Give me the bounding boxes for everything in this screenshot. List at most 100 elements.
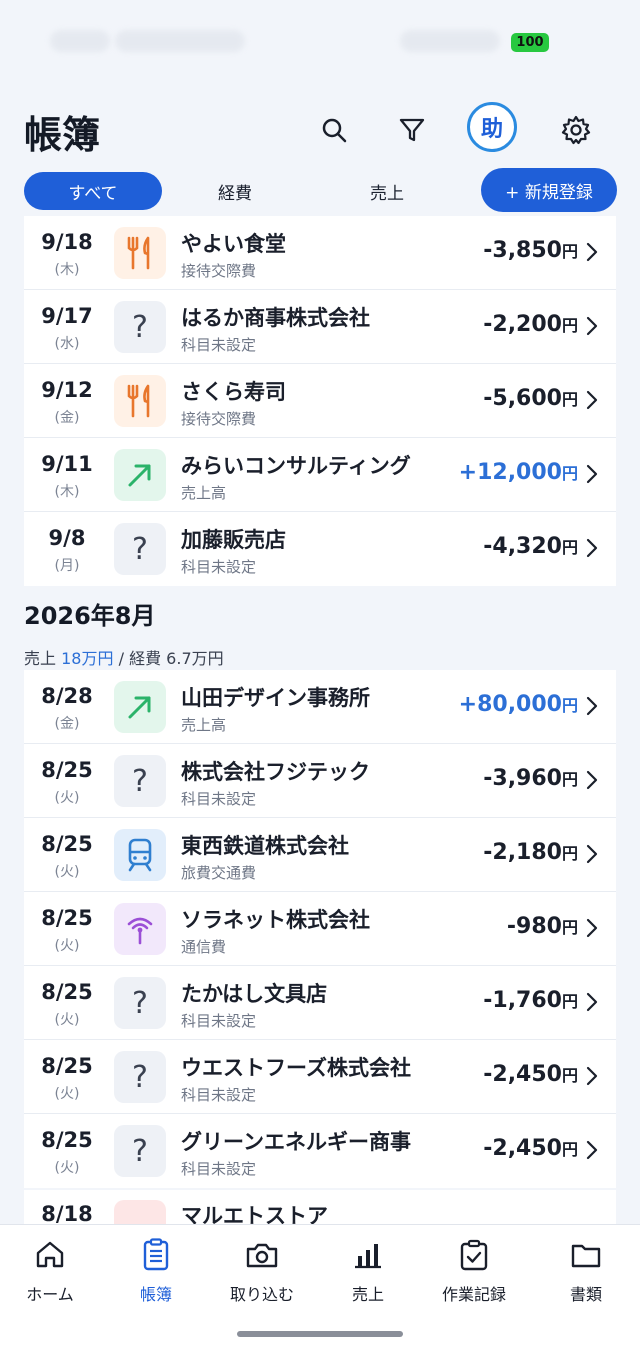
entry-amount-value: -4,320 (483, 534, 562, 559)
entry-amount: -3,960円 (483, 766, 578, 791)
list-item[interactable]: 9/8 (月)? 加藤販売店 科目未設定 -4,320円 (24, 512, 616, 586)
status-bar: 100 (0, 0, 640, 82)
entry-amount-value: -2,450 (483, 1136, 562, 1161)
entry-amount: +80,000円 (459, 692, 578, 717)
status-time-blur (50, 30, 110, 52)
list-item[interactable]: 8/25 (火)? ウエストフーズ株式会社 科目未設定 -2,450円 (24, 1040, 616, 1114)
nav-import[interactable]: 取り込む (209, 1237, 315, 1305)
unknown-icon: ? (114, 1125, 166, 1177)
nav-documents-label: 書類 (569, 1285, 602, 1304)
nav-home-label: ホーム (26, 1285, 74, 1304)
entry-weekday: (火) (54, 1086, 80, 1102)
chevron-right-icon (586, 992, 598, 1016)
entry-category: 科目未設定 (181, 558, 257, 576)
nav-ledger-label: 帳簿 (139, 1285, 172, 1304)
unknown-icon: ? (114, 755, 166, 807)
ledger-icon (103, 1237, 209, 1273)
nav-import-label: 取り込む (229, 1285, 294, 1304)
entry-name: やよい食堂 (181, 232, 286, 256)
chevron-right-icon (586, 1066, 598, 1090)
entry-amount-value: -2,180 (483, 840, 562, 865)
entry-amount-unit: 円 (561, 1066, 578, 1085)
folder-icon (533, 1237, 639, 1273)
nav-ledger[interactable]: 帳簿 (103, 1237, 209, 1305)
list-item[interactable]: 8/25 (火)? たかはし文具店 科目未設定 -1,760円 (24, 966, 616, 1040)
nav-home[interactable]: ホーム (0, 1237, 103, 1305)
search-icon[interactable] (314, 110, 354, 150)
entry-name: たかはし文具店 (181, 982, 328, 1006)
entry-weekday: (木) (54, 262, 80, 278)
entry-amount-value: -5,600 (483, 386, 562, 411)
list-item[interactable]: 9/11 (木) みらいコンサルティング 売上高 +12,000円 (24, 438, 616, 512)
entry-amount: -1,760円 (483, 988, 578, 1013)
list-item[interactable]: 8/25 (火) 東西鉄道株式会社 旅費交通費 -2,180円 (24, 818, 616, 892)
summary-sales-value: 18万円 (61, 649, 114, 668)
entry-amount-unit: 円 (561, 844, 578, 863)
bar-chart-icon (315, 1237, 421, 1273)
month-header: 2026年8月 売上 18万円 / 経費 6.7万円 (24, 596, 224, 669)
entry-amount: -2,450円 (483, 1136, 578, 1161)
home-indicator[interactable] (237, 1331, 403, 1337)
entry-date: 8/25 (41, 1054, 93, 1078)
new-entry-button[interactable]: + 新規登録 (481, 168, 617, 212)
summary-expense-value: 6.7万円 (166, 649, 224, 668)
home-icon (0, 1237, 103, 1273)
entry-amount-unit: 円 (561, 242, 578, 261)
entry-name: さくら寿司 (181, 380, 286, 404)
chevron-right-icon (586, 844, 598, 868)
nav-documents[interactable]: 書類 (533, 1237, 639, 1305)
nav-sales-label: 売上 (351, 1285, 384, 1304)
list-item[interactable]: 9/17 (水)? はるか商事株式会社 科目未設定 -2,200円 (24, 290, 616, 364)
list-item[interactable]: 9/18 (木) やよい食堂 接待交際費 -3,850円 (24, 216, 616, 290)
chevron-right-icon (586, 316, 598, 340)
list-item[interactable]: 8/25 (火)? 株式会社フジテック 科目未設定 -3,960円 (24, 744, 616, 818)
summary-sales-label: 売上 (24, 649, 57, 668)
entry-name: 株式会社フジテック (181, 760, 370, 784)
entry-amount: -5,600円 (483, 386, 578, 411)
assistant-button[interactable]: 助 (467, 102, 517, 152)
entry-date: 8/25 (41, 906, 93, 930)
entry-name: グリーンエネルギー商事 (181, 1130, 411, 1154)
chevron-right-icon (586, 390, 598, 414)
entry-amount-value: -3,960 (483, 766, 562, 791)
entry-amount-value: -2,450 (483, 1062, 562, 1087)
entry-amount: -2,200円 (483, 312, 578, 337)
filter-icon[interactable] (392, 110, 432, 150)
entry-weekday: (金) (54, 410, 80, 426)
gear-icon[interactable] (556, 110, 596, 150)
entry-amount: -2,450円 (483, 1062, 578, 1087)
nav-sales[interactable]: 売上 (315, 1237, 421, 1305)
month-title: 2026年8月 (24, 602, 156, 630)
tab-sales[interactable]: 売上 (332, 172, 442, 210)
entry-name: 東西鉄道株式会社 (181, 834, 349, 858)
unknown-icon: ? (114, 301, 166, 353)
nav-work-log[interactable]: 作業記録 (421, 1237, 527, 1305)
entry-weekday: (水) (54, 336, 80, 352)
entry-date: 9/11 (41, 452, 93, 476)
food-icon (114, 227, 166, 279)
list-item[interactable]: 8/28 (金) 山田デザイン事務所 売上高 +80,000円 (24, 670, 616, 744)
entry-weekday: (火) (54, 864, 80, 880)
entry-weekday: (火) (54, 938, 80, 954)
entry-amount-unit: 円 (561, 1140, 578, 1159)
entry-amount-value: -3,850 (483, 238, 562, 263)
list-item[interactable]: 8/25 (火)? グリーンエネルギー商事 科目未設定 -2,450円 (24, 1114, 616, 1188)
chevron-right-icon (586, 242, 598, 266)
partial-date: 8/18 (41, 1202, 93, 1226)
list-item[interactable]: 8/25 (火) ソラネット株式会社 通信費 -980円 (24, 892, 616, 966)
list-item[interactable]: 9/12 (金) さくら寿司 接待交際費 -5,600円 (24, 364, 616, 438)
chevron-right-icon (586, 1140, 598, 1164)
entry-date: 9/17 (41, 304, 93, 328)
train-icon (114, 829, 166, 881)
tab-expenses[interactable]: 経費 (180, 172, 290, 210)
entry-amount-value: +12,000 (458, 460, 562, 485)
tab-all[interactable]: すべて (24, 172, 162, 210)
summary-separator: / (118, 649, 124, 668)
september-entry-list: 9/18 (木) やよい食堂 接待交際費 -3,850円 9/17 (水)? はるか商事株式会… (24, 216, 616, 586)
bottom-navigation: ホーム 帳簿 取り込む 売上 作業記録 書類 (0, 1224, 640, 1351)
camera-icon (209, 1237, 315, 1273)
entry-amount-unit: 円 (561, 918, 578, 937)
entry-amount-unit: 円 (561, 992, 578, 1011)
food-icon (114, 375, 166, 427)
entry-weekday: (火) (54, 1160, 80, 1176)
